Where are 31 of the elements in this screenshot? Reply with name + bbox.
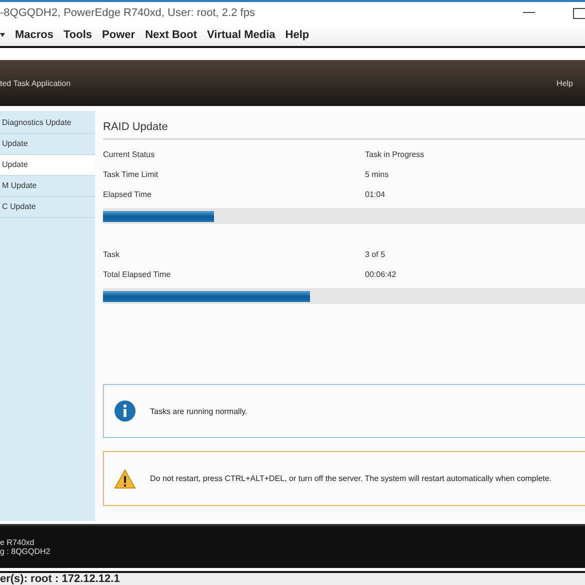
field-value: 5 mins <box>365 170 389 178</box>
message-text: Tasks are running normally. <box>150 406 248 416</box>
sidebar-item[interactable]: Update <box>0 155 95 176</box>
maximize-icon[interactable] <box>573 8 585 18</box>
server-info: g : 8QGQDH2 <box>0 547 52 556</box>
minimize-icon[interactable] <box>523 12 535 14</box>
menu-item[interactable]: Next Boot <box>145 29 198 41</box>
message-text: Do not restart, press CTRL+ALT+DEL, or turn off the server. The system will restart automatically when complete. <box>150 474 552 483</box>
field-label: Task <box>103 250 120 258</box>
server-info: e R740xd <box>0 538 36 547</box>
menu-item[interactable]: Macros <box>15 29 54 41</box>
warning-icon <box>114 468 136 488</box>
field-label: Current Status <box>103 150 156 158</box>
menu-item[interactable]: Tools <box>64 29 92 41</box>
field-label: Task Time Limit <box>103 170 160 178</box>
panel-title: RAID Update <box>103 117 585 140</box>
field-value: 3 of 5 <box>365 250 386 258</box>
field-value: 01:04 <box>365 190 386 198</box>
help-link[interactable]: Help <box>556 78 573 88</box>
field-label: Elapsed Time <box>103 190 152 198</box>
menu-item[interactable]: Virtual Media <box>207 29 276 41</box>
field-value: 00:06:42 <box>365 270 396 278</box>
info-icon <box>114 400 136 422</box>
field-value: Task in Progress <box>365 150 424 158</box>
status-text: er(s): root : 172.12.12.1 <box>0 573 120 585</box>
field-label: Total Elapsed Time <box>103 270 172 278</box>
menu-item[interactable]: Power <box>102 29 136 41</box>
caret-icon[interactable] <box>0 32 5 38</box>
window-title: -8QGQDH2, PowerEdge R740xd, User: root, 2.2 fps <box>0 7 256 19</box>
app-title: ted Task Application <box>0 78 71 88</box>
menu-item[interactable]: Help <box>285 29 310 41</box>
